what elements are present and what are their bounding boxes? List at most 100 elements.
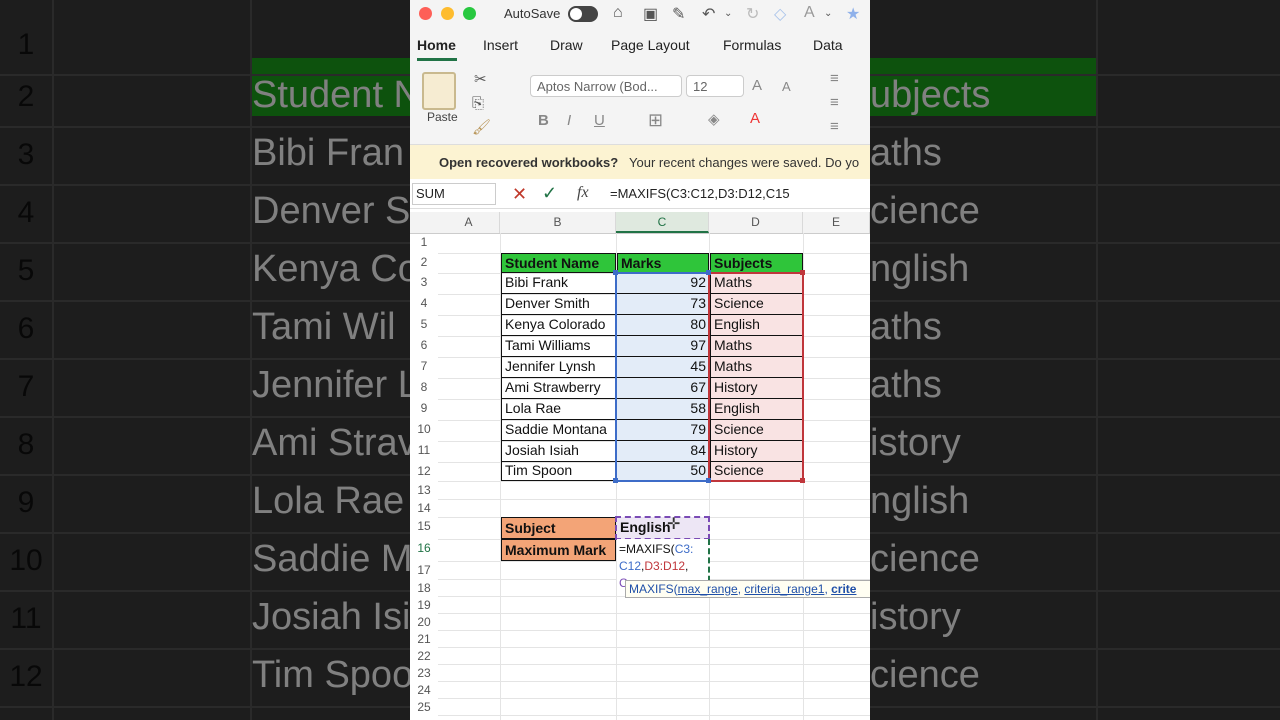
cut-icon[interactable]: ✂	[474, 70, 487, 88]
cancel-entry-icon[interactable]: ✕	[512, 184, 527, 205]
cell-mark[interactable]: 58	[617, 399, 709, 420]
cell-mark[interactable]: 84	[617, 441, 709, 462]
tab-page-layout[interactable]: Page Layout	[611, 37, 690, 53]
star-icon[interactable]: ★	[846, 4, 860, 24]
tooltip-arg-criteria1[interactable]: crite	[831, 582, 856, 596]
cell-mark[interactable]: 73	[617, 294, 709, 315]
cell-student-name[interactable]: Jennifer Lynsh	[501, 357, 616, 378]
insert-function-icon[interactable]: fx	[577, 184, 589, 202]
home-icon[interactable]: ⌂	[613, 4, 623, 22]
paste-icon[interactable]	[422, 72, 456, 110]
cell-student-name[interactable]: Josiah Isiah	[501, 441, 616, 462]
row-header[interactable]: 4	[410, 296, 438, 317]
range-handle[interactable]	[706, 478, 711, 483]
redo-icon[interactable]: ↻	[746, 4, 759, 24]
row-header[interactable]: 16	[410, 541, 438, 563]
underline-icon[interactable]: U	[594, 112, 605, 129]
cell-subject[interactable]: English	[710, 399, 803, 420]
row-header[interactable]: 25	[410, 700, 438, 717]
row-header[interactable]: 8	[410, 380, 438, 401]
range-handle[interactable]	[613, 478, 618, 483]
bold-icon[interactable]: B	[538, 112, 549, 129]
undo-icon[interactable]: ↶	[702, 4, 715, 24]
cell-subject[interactable]: History	[710, 378, 803, 399]
font-size-select[interactable]: 12	[686, 75, 744, 97]
cell-subject[interactable]: Science	[710, 462, 803, 481]
range-handle[interactable]	[706, 270, 711, 275]
row-header[interactable]: 6	[410, 338, 438, 359]
row-header[interactable]: 17	[410, 563, 438, 581]
column-header-a[interactable]: A	[438, 212, 500, 233]
row-header[interactable]: 15	[410, 519, 438, 541]
cell-student-name[interactable]: Denver Smith	[501, 294, 616, 315]
row-header[interactable]: 19	[410, 598, 438, 615]
function-tooltip[interactable]: MAXIFS(max_range, criteria_range1, crite	[625, 580, 870, 598]
save-icon[interactable]: ▣	[643, 4, 658, 24]
font-color-icon[interactable]: A	[750, 110, 760, 127]
row-header[interactable]: 3	[410, 275, 438, 296]
cell-mark[interactable]: 80	[617, 315, 709, 336]
maximize-window-button[interactable]	[463, 7, 476, 20]
cell-student-name[interactable]: Saddie Montana	[501, 420, 616, 441]
copy-icon[interactable]: ⎘	[472, 95, 484, 112]
tooltip-arg-criteria-range1[interactable]: criteria_range1	[744, 582, 824, 596]
cell-subject[interactable]: Maths	[710, 273, 803, 294]
cell-mark[interactable]: 79	[617, 420, 709, 441]
decrease-font-icon[interactable]: A	[782, 79, 791, 94]
column-header-c[interactable]: C	[616, 212, 709, 233]
row-header[interactable]: 14	[410, 501, 438, 519]
row-header[interactable]: 13	[410, 483, 438, 501]
row-header[interactable]: 2	[410, 255, 438, 275]
tooltip-arg-max-range[interactable]: max_range	[678, 582, 738, 596]
tab-data[interactable]: Data	[813, 37, 843, 53]
cell-mark[interactable]: 50	[617, 462, 709, 481]
cell-student-name[interactable]: Tim Spoon	[501, 462, 616, 481]
cell-subject-value[interactable]: English	[617, 517, 709, 539]
cell-mark[interactable]: 67	[617, 378, 709, 399]
cell-subject[interactable]: Maths	[710, 336, 803, 357]
text-effect-dropdown-icon[interactable]: ⌄	[824, 8, 832, 19]
cell-subject[interactable]: Science	[710, 294, 803, 315]
shape-icon[interactable]: ◇	[774, 4, 786, 24]
format-painter-icon[interactable]: 🖌	[472, 118, 491, 136]
cell-subject-label[interactable]: Subject	[501, 517, 616, 539]
tab-home[interactable]: Home	[417, 37, 456, 53]
close-window-button[interactable]	[419, 7, 432, 20]
cell-header-marks[interactable]: Marks	[617, 253, 709, 273]
row-header[interactable]: 20	[410, 615, 438, 632]
fill-color-icon[interactable]: ◈	[708, 110, 720, 128]
cell-maximum-mark-label[interactable]: Maximum Mark	[501, 539, 616, 561]
column-header-d[interactable]: D	[709, 212, 803, 233]
cell-mark[interactable]: 45	[617, 357, 709, 378]
increase-font-icon[interactable]: A	[752, 77, 762, 94]
text-effect-icon[interactable]: A	[804, 4, 815, 22]
cell-mark[interactable]: 97	[617, 336, 709, 357]
row-header[interactable]: 9	[410, 401, 438, 422]
minimize-window-button[interactable]	[441, 7, 454, 20]
row-header[interactable]: 18	[410, 581, 438, 598]
row-header[interactable]: 10	[410, 422, 438, 443]
cell-student-name[interactable]: Tami Williams	[501, 336, 616, 357]
column-header-b[interactable]: B	[500, 212, 616, 233]
tooltip-function-name[interactable]: MAXIFS(	[629, 582, 678, 596]
align-bottom-icon[interactable]: ≡	[830, 118, 839, 135]
italic-icon[interactable]: I	[567, 112, 571, 129]
font-name-select[interactable]: Aptos Narrow (Bod...	[530, 75, 682, 97]
cell-student-name[interactable]: Kenya Colorado	[501, 315, 616, 336]
range-handle[interactable]	[800, 270, 805, 275]
range-handle[interactable]	[613, 270, 618, 275]
align-top-icon[interactable]: ≡	[830, 70, 839, 87]
autosave-toggle[interactable]	[568, 6, 598, 22]
row-header[interactable]: 7	[410, 359, 438, 380]
cell-subject[interactable]: English	[710, 315, 803, 336]
edit-save-icon[interactable]: ✎	[672, 4, 685, 24]
tab-insert[interactable]: Insert	[483, 37, 518, 53]
range-handle[interactable]	[800, 478, 805, 483]
row-header[interactable]: 23	[410, 666, 438, 683]
cell-header-student-name[interactable]: Student Name	[501, 253, 616, 273]
tab-formulas[interactable]: Formulas	[723, 37, 781, 53]
row-header[interactable]: 12	[410, 464, 438, 483]
confirm-entry-icon[interactable]: ✓	[542, 183, 557, 204]
name-box[interactable]: SUM	[412, 183, 496, 205]
row-header[interactable]: 24	[410, 683, 438, 700]
